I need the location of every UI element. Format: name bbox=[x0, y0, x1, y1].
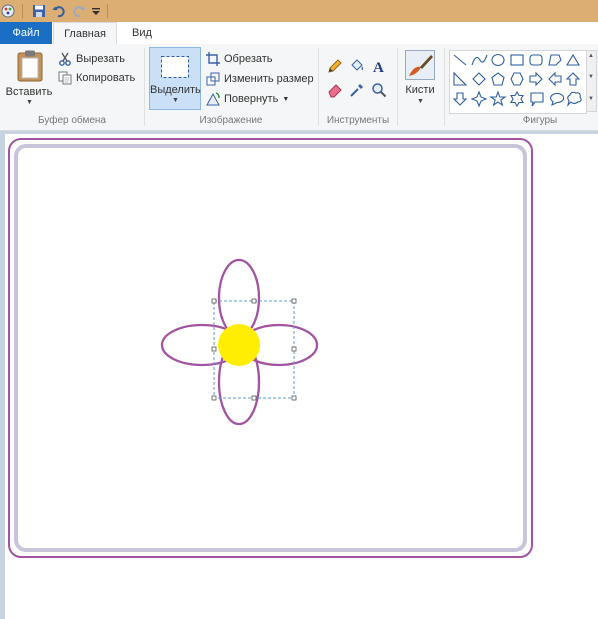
pentagon-shape[interactable] bbox=[491, 72, 505, 86]
selection-handle[interactable] bbox=[211, 298, 217, 304]
brush-icon bbox=[405, 50, 435, 83]
outer-frame bbox=[8, 138, 533, 558]
paste-label: Вставить bbox=[5, 86, 53, 98]
resize-icon bbox=[206, 72, 220, 86]
selection-handle[interactable] bbox=[211, 346, 217, 352]
group-separator bbox=[397, 48, 398, 126]
curve-shape[interactable] bbox=[471, 54, 488, 66]
redo-icon[interactable] bbox=[71, 3, 87, 19]
toolbar-separator bbox=[22, 4, 23, 18]
quick-access-toolbar bbox=[0, 0, 598, 22]
right-triangle-shape[interactable] bbox=[453, 71, 468, 86]
left-arrow-shape[interactable] bbox=[548, 71, 562, 87]
rounded-callout-shape[interactable] bbox=[530, 92, 544, 107]
down-arrow-shape[interactable] bbox=[452, 92, 468, 106]
line-shape[interactable] bbox=[453, 54, 467, 66]
clipboard-group-label: Буфер обмена bbox=[38, 115, 106, 126]
oval-shape[interactable] bbox=[491, 53, 505, 67]
five-point-star-shape[interactable] bbox=[489, 90, 507, 107]
resize-button[interactable]: Изменить размер bbox=[206, 70, 314, 88]
crop-label: Обрезать bbox=[224, 53, 273, 65]
scissors-icon bbox=[58, 52, 72, 66]
rounded-rectangle-shape[interactable] bbox=[529, 54, 543, 66]
rotate-icon bbox=[206, 92, 220, 106]
selection-handle[interactable] bbox=[251, 395, 257, 401]
polygon-shape[interactable] bbox=[548, 54, 562, 66]
six-point-star-shape[interactable] bbox=[510, 90, 524, 108]
crop-button[interactable]: Обрезать bbox=[206, 50, 273, 68]
pencil-icon[interactable] bbox=[326, 57, 344, 75]
rotate-label: Повернуть bbox=[224, 93, 279, 105]
expand-gallery-icon[interactable]: ▼ bbox=[588, 96, 594, 102]
tools-group-label: Инструменты bbox=[326, 115, 390, 126]
diamond-shape[interactable] bbox=[472, 72, 486, 86]
shapes-gallery-scrollbar[interactable]: ▲ ▼ ▼ bbox=[586, 50, 597, 112]
color-picker-icon[interactable] bbox=[348, 81, 366, 99]
selection-rectangle-icon bbox=[160, 55, 190, 82]
eraser-icon[interactable] bbox=[326, 81, 344, 99]
inner-frame bbox=[14, 144, 527, 552]
selection-handle[interactable] bbox=[291, 346, 297, 352]
hexagon-shape[interactable] bbox=[510, 72, 524, 86]
select-button[interactable]: Выделить ▼ bbox=[149, 47, 201, 110]
four-point-star-shape[interactable] bbox=[470, 90, 488, 108]
tab-home[interactable]: Главная bbox=[53, 22, 117, 45]
right-arrow-shape[interactable] bbox=[529, 71, 543, 87]
tab-file[interactable]: Файл bbox=[0, 22, 52, 44]
cloud-callout-shape[interactable] bbox=[566, 91, 582, 107]
triangle-shape[interactable] bbox=[566, 53, 580, 66]
chevron-down-icon: ▼ bbox=[172, 97, 179, 104]
shapes-group-label: Фигуры bbox=[522, 115, 558, 126]
cut-button[interactable]: Вырезать bbox=[58, 50, 125, 68]
save-icon[interactable] bbox=[31, 3, 47, 19]
cut-label: Вырезать bbox=[76, 53, 125, 65]
shapes-gallery-grid bbox=[452, 53, 582, 108]
brushes-button[interactable]: Кисти ▼ bbox=[400, 48, 440, 110]
chevron-up-icon[interactable]: ▲ bbox=[588, 53, 594, 59]
ribbon-tab-strip: Файл Главная Вид bbox=[0, 22, 598, 45]
copy-label: Копировать bbox=[76, 72, 136, 84]
resize-label: Изменить размер bbox=[224, 73, 314, 85]
rotate-button[interactable]: Повернуть ▼ bbox=[206, 90, 289, 108]
chevron-down-icon: ▼ bbox=[282, 95, 290, 103]
ribbon: Вставить ▼ Вырезать Копировать Буфер обм… bbox=[0, 44, 598, 131]
image-group-label: Изображение bbox=[199, 115, 263, 126]
text-icon[interactable]: A bbox=[370, 57, 388, 75]
up-arrow-shape[interactable] bbox=[565, 72, 581, 86]
workspace bbox=[0, 131, 598, 619]
oval-callout-shape[interactable] bbox=[550, 92, 565, 107]
copy-button[interactable]: Копировать bbox=[58, 69, 135, 87]
tab-view[interactable]: Вид bbox=[122, 22, 162, 44]
clipboard-icon bbox=[16, 50, 44, 85]
toolbar-separator bbox=[107, 4, 108, 18]
fill-icon[interactable] bbox=[348, 57, 366, 75]
magnifier-icon[interactable] bbox=[370, 81, 388, 99]
select-label: Выделить bbox=[150, 84, 201, 96]
flower-center bbox=[218, 324, 260, 366]
paste-button[interactable]: Вставить ▼ bbox=[3, 48, 53, 108]
undo-icon[interactable] bbox=[51, 3, 67, 19]
selection-handle[interactable] bbox=[211, 395, 217, 401]
crop-icon bbox=[206, 52, 220, 66]
chevron-down-icon: ▼ bbox=[417, 98, 424, 105]
chevron-down-icon: ▼ bbox=[26, 99, 33, 106]
svg-text:A: A bbox=[373, 60, 384, 74]
paint-app-icon[interactable] bbox=[0, 3, 16, 19]
copy-icon bbox=[58, 71, 72, 85]
brushes-label: Кисти bbox=[405, 84, 435, 96]
selection-handle[interactable] bbox=[291, 298, 297, 304]
shapes-gallery bbox=[449, 50, 587, 114]
selection-handle[interactable] bbox=[291, 395, 297, 401]
customize-toolbar-icon[interactable] bbox=[91, 3, 101, 19]
chevron-down-icon[interactable]: ▼ bbox=[588, 74, 594, 80]
drawing-canvas[interactable] bbox=[5, 134, 598, 619]
canvas-drawing bbox=[8, 138, 533, 558]
rectangle-shape[interactable] bbox=[510, 54, 524, 66]
group-separator bbox=[444, 48, 445, 126]
selection-handle[interactable] bbox=[251, 298, 257, 304]
